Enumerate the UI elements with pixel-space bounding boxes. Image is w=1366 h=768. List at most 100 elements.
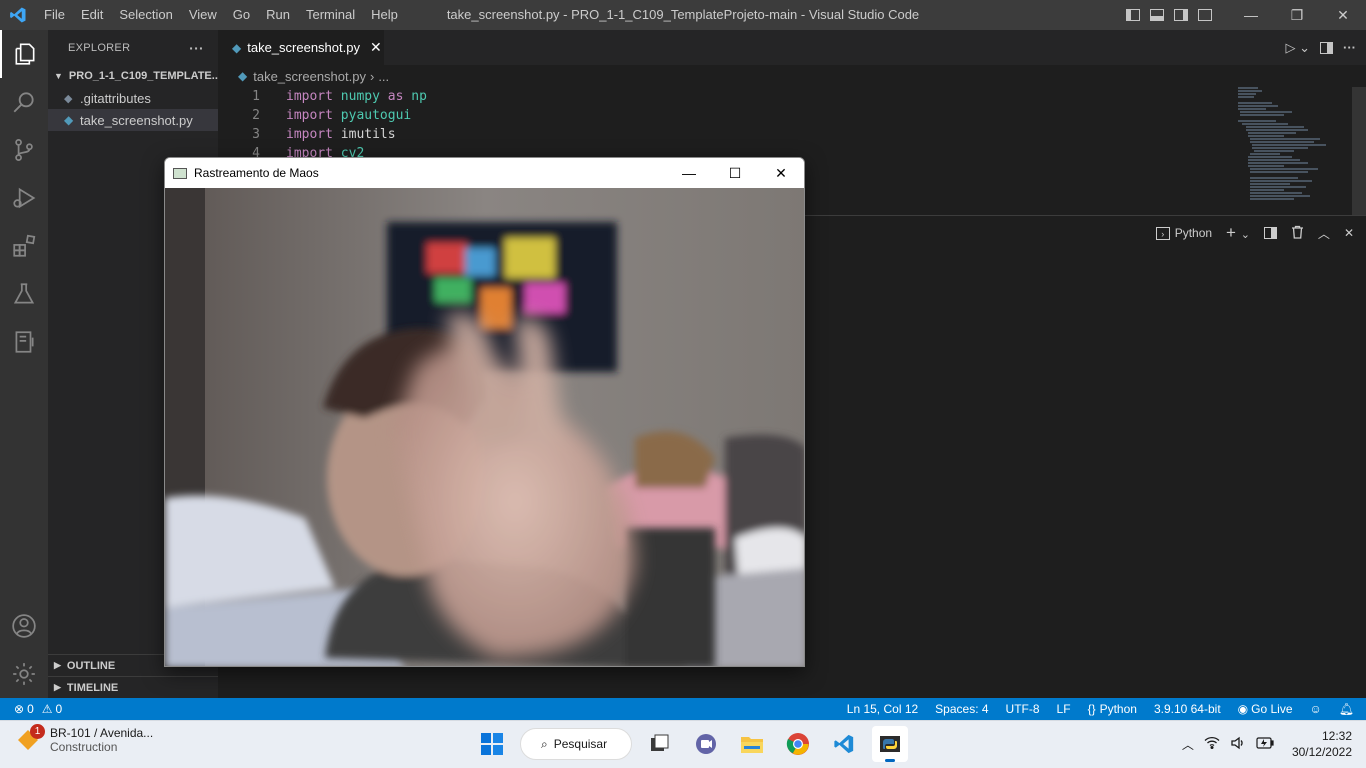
language-mode[interactable]: {} Python — [1088, 702, 1137, 716]
battery-icon[interactable] — [1256, 736, 1274, 752]
teams-chat-icon[interactable] — [688, 726, 724, 762]
camera-maximize-button[interactable]: ☐ — [712, 158, 758, 188]
module-alias: np — [411, 89, 427, 104]
more-actions-icon[interactable]: ··· — [1343, 40, 1356, 55]
more-actions-icon[interactable]: ··· — [189, 40, 204, 56]
task-view-icon[interactable] — [642, 726, 678, 762]
menu-selection[interactable]: Selection — [111, 0, 180, 30]
encoding[interactable]: UTF-8 — [1006, 702, 1040, 716]
vscode-logo-icon — [0, 0, 36, 30]
editor-tabs: ◆ take_screenshot.py ✕ — [218, 30, 1366, 65]
close-window-button[interactable]: ✕ — [1320, 0, 1366, 30]
account-icon[interactable] — [0, 602, 48, 650]
editor-scrollbar[interactable] — [1352, 87, 1366, 215]
run-debug-icon[interactable] — [0, 174, 48, 222]
line-number: 1 — [252, 89, 260, 104]
python-icon: ◆ — [232, 40, 242, 55]
braces-icon: {} — [1087, 702, 1096, 716]
panel-actions: › Python + ⌄ ︿ ✕ — [1155, 222, 1354, 244]
end-of-line[interactable]: LF — [1057, 702, 1071, 716]
settings-gear-icon[interactable] — [0, 650, 48, 698]
chrome-icon[interactable] — [780, 726, 816, 762]
search-icon[interactable] — [0, 78, 48, 126]
window-app-icon — [173, 167, 187, 179]
indentation[interactable]: Spaces: 4 — [935, 702, 988, 716]
python-interpreter[interactable]: 3.9.10 64-bit — [1154, 702, 1221, 716]
menu-view[interactable]: View — [181, 0, 225, 30]
terminal-selector[interactable]: › Python — [1155, 226, 1212, 241]
chevron-right-icon: ▶ — [54, 660, 61, 670]
system-tray: ︿ 12:32 30/12/2022 — [1182, 724, 1352, 764]
workspace-folder[interactable]: ▼ PRO_1-1_C109_TEMPLATE... — [48, 65, 218, 87]
notebook-icon[interactable] — [0, 318, 48, 366]
source-control-icon[interactable] — [0, 126, 48, 174]
vscode-taskbar-icon[interactable] — [826, 726, 862, 762]
camera-window[interactable]: Rastreamento de Maos — ☐ ✕ — [164, 157, 805, 667]
close-tab-icon[interactable]: ✕ — [370, 39, 382, 56]
maximize-panel-icon[interactable]: ︿ — [1318, 225, 1330, 242]
terminal-icon: › — [1155, 227, 1170, 241]
error-icon: ⊗ — [14, 702, 25, 716]
close-panel-icon[interactable]: ✕ — [1344, 226, 1354, 240]
problems-indicator[interactable]: ⊗ 0 ⚠ 0 — [0, 702, 62, 716]
camera-window-title: Rastreamento de Maos — [194, 166, 319, 180]
warning-icon: ⚠ — [41, 702, 53, 716]
split-terminal-icon[interactable] — [1263, 227, 1277, 239]
split-editor-icon[interactable] — [1320, 41, 1333, 54]
menu-terminal[interactable]: Terminal — [298, 0, 363, 30]
chevron-right-icon: ▶ — [54, 682, 61, 692]
menu-go[interactable]: Go — [225, 0, 258, 30]
traffic-widget[interactable]: 1 BR-101 / Avenida... Construction — [16, 724, 153, 754]
file-explorer-icon[interactable] — [734, 726, 770, 762]
code-editor[interactable]: 1 import numpy as np 2 import pyautogui … — [218, 87, 1218, 163]
menu-help[interactable]: Help — [363, 0, 406, 30]
toggle-sidebar-icon[interactable] — [1126, 9, 1140, 21]
keyword: as — [379, 89, 412, 104]
kill-terminal-trash-icon[interactable] — [1291, 225, 1304, 242]
chevron-down-icon: ▼ — [54, 71, 63, 81]
breadcrumb-symbol[interactable]: ... — [378, 69, 389, 84]
language-label: Python — [1099, 702, 1137, 716]
taskbar-search[interactable]: ⌕ Pesquisar — [520, 728, 632, 760]
toggle-panel-icon[interactable] — [1150, 9, 1164, 21]
customize-layout-icon[interactable] — [1198, 9, 1212, 21]
extensions-icon[interactable] — [0, 222, 48, 270]
traffic-subtitle: Construction — [50, 740, 118, 754]
webcam-image — [165, 188, 804, 666]
new-terminal-icon[interactable]: + ⌄ — [1226, 223, 1250, 243]
minimize-button[interactable]: — — [1228, 0, 1274, 30]
outline-label: OUTLINE — [66, 659, 116, 672]
tab-label: take_screenshot.py — [247, 40, 360, 55]
activity-bar — [0, 30, 48, 698]
tab-take-screenshot[interactable]: ◆ take_screenshot.py ✕ — [218, 30, 384, 65]
file-gitattributes[interactable]: ◆ .gitattributes — [48, 87, 218, 109]
clock[interactable]: 12:32 30/12/2022 — [1292, 728, 1352, 760]
minimap[interactable] — [1238, 87, 1352, 215]
gear-file-icon: ◆ — [64, 92, 73, 105]
menu-edit[interactable]: Edit — [73, 0, 111, 30]
line-number: 3 — [252, 127, 260, 142]
file-take-screenshot[interactable]: ◆ take_screenshot.py — [48, 109, 218, 131]
camera-close-button[interactable]: ✕ — [758, 158, 804, 188]
go-live-button[interactable]: ◉ Go Live — [1238, 702, 1293, 716]
menu-run[interactable]: Run — [258, 0, 298, 30]
toggle-secondary-sidebar-icon[interactable] — [1174, 9, 1188, 21]
python-app-icon[interactable] — [872, 726, 908, 762]
restore-button[interactable]: ❐ — [1274, 0, 1320, 30]
breadcrumb-file[interactable]: take_screenshot.py — [253, 69, 366, 84]
camera-minimize-button[interactable]: — — [666, 158, 712, 188]
menu-file[interactable]: File — [36, 0, 73, 30]
timeline-section[interactable]: ▶ TIMELINE — [48, 676, 218, 698]
testing-flask-icon[interactable] — [0, 270, 48, 318]
start-button[interactable] — [474, 726, 510, 762]
notifications-bell-icon[interactable]: 🔔︎ — [1339, 702, 1354, 716]
wifi-icon[interactable] — [1204, 736, 1220, 752]
explorer-icon[interactable] — [0, 30, 48, 78]
cursor-position[interactable]: Ln 15, Col 12 — [847, 702, 918, 716]
volume-icon[interactable] — [1230, 736, 1246, 753]
feedback-icon[interactable]: ☺ — [1310, 702, 1322, 716]
run-python-icon[interactable]: ▷ ⌄ — [1285, 40, 1310, 56]
chevron-up-icon[interactable]: ︿ — [1182, 736, 1194, 753]
webcam-video-frame — [165, 188, 804, 666]
warning-count: 0 — [55, 702, 63, 716]
